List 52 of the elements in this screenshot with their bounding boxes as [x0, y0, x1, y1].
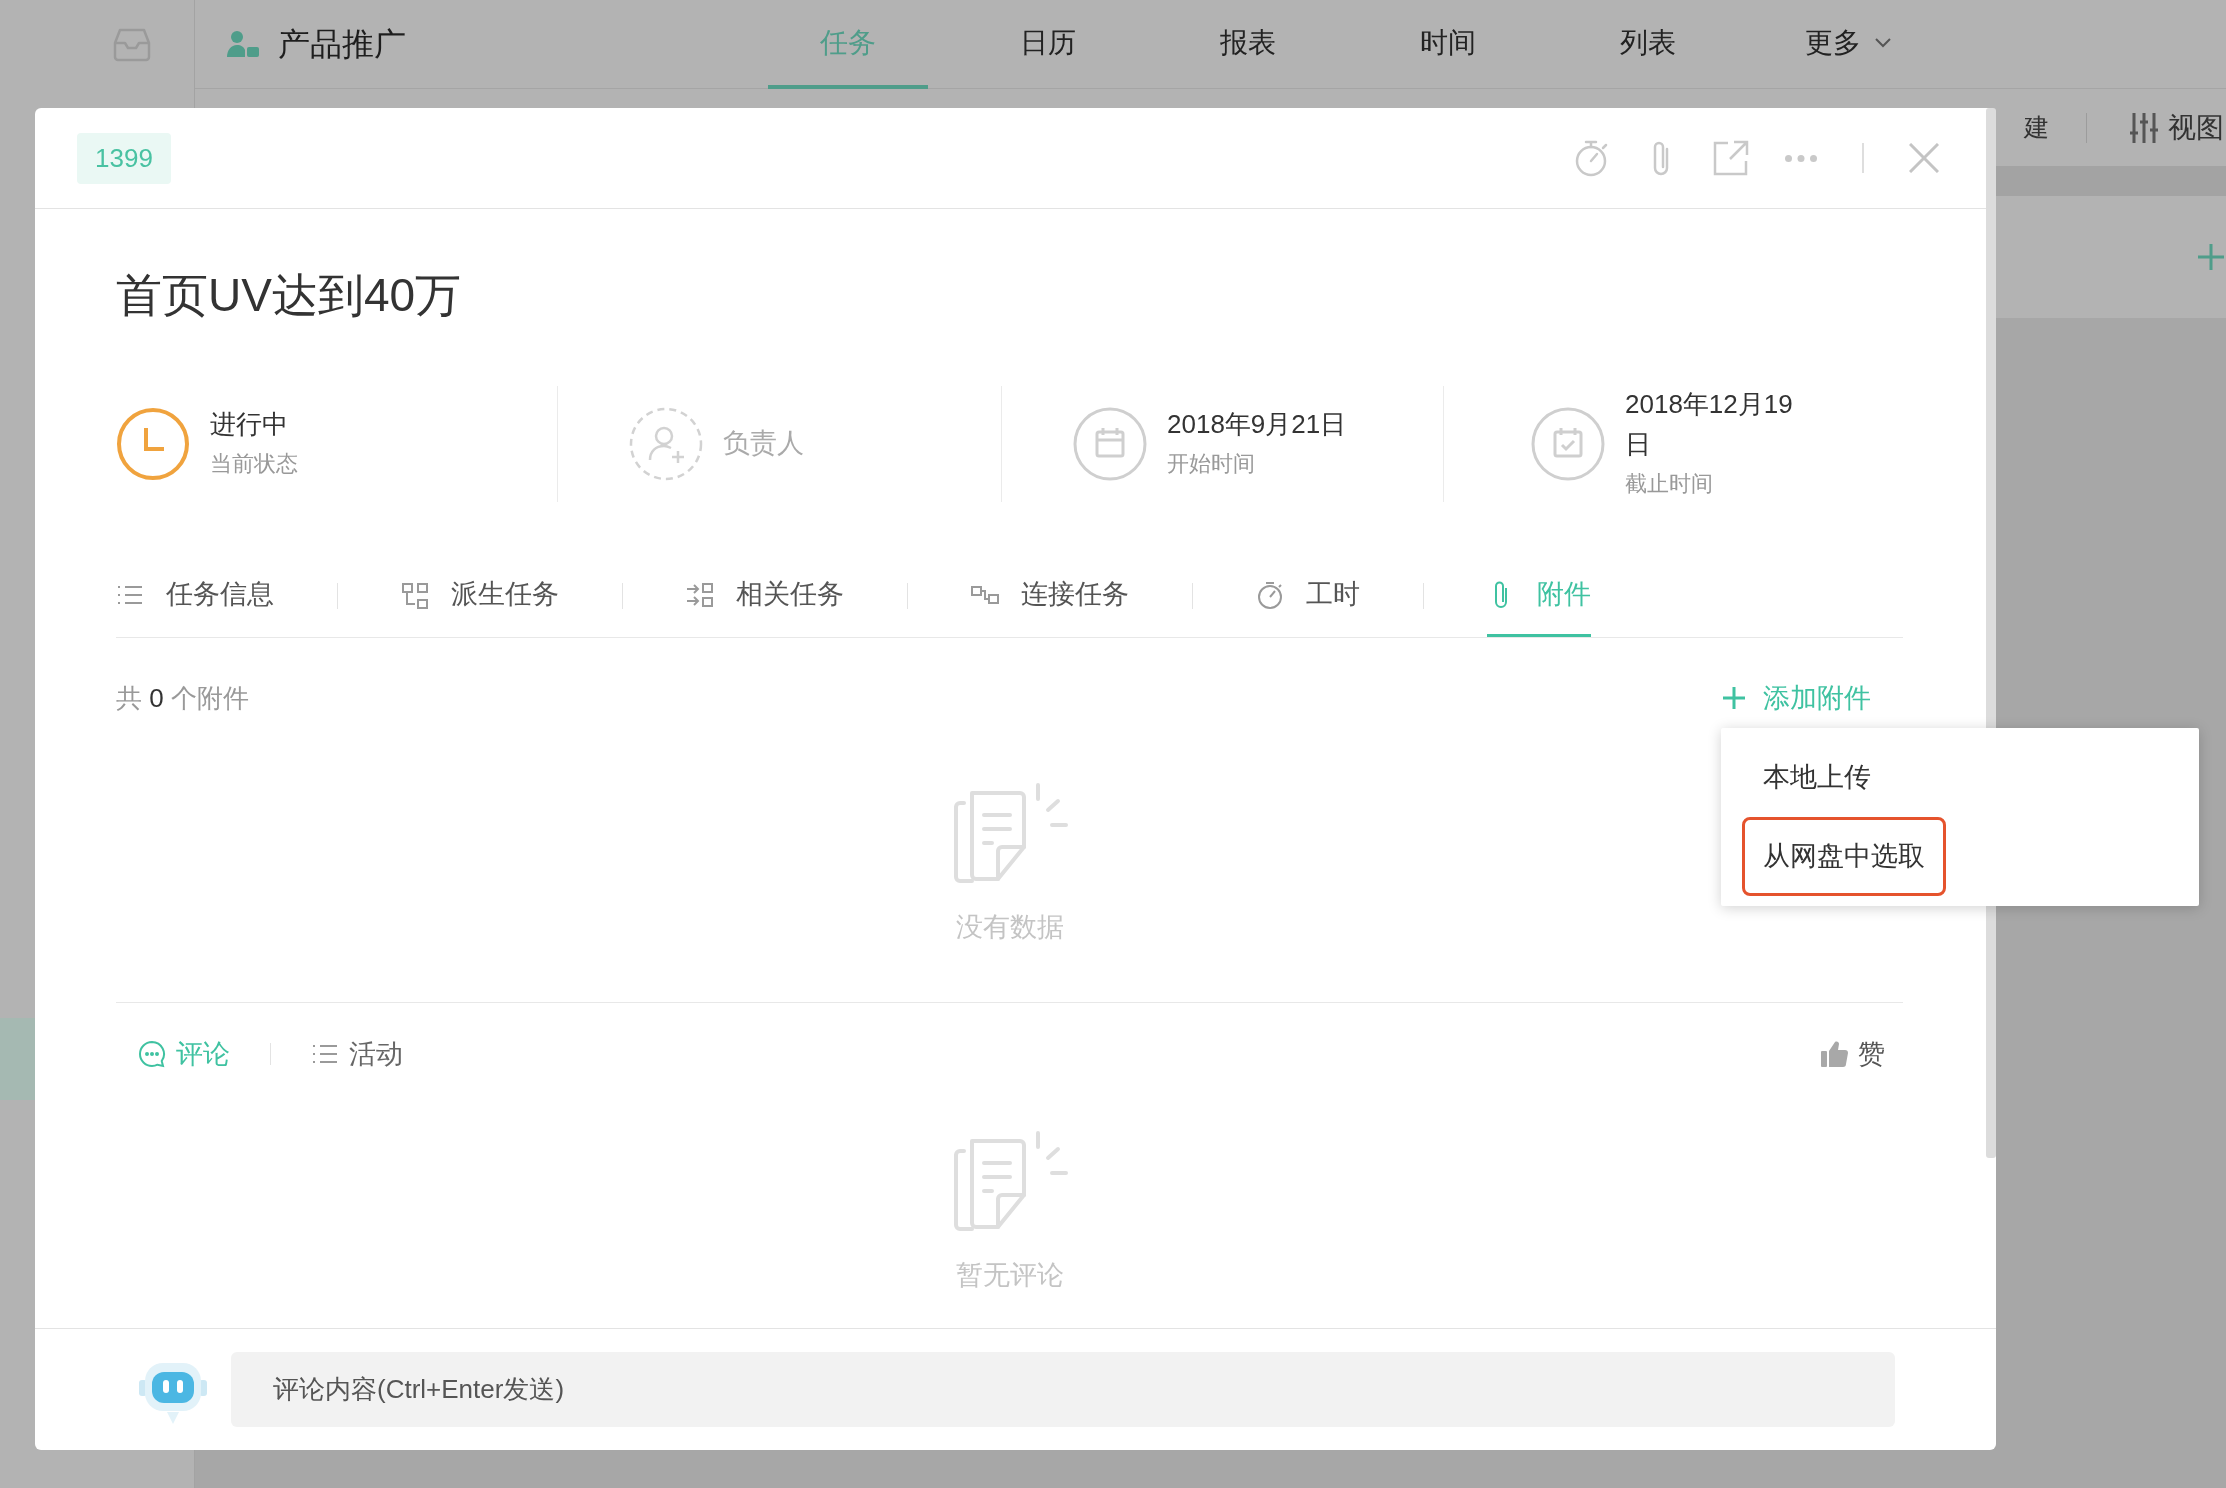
toolbar-button[interactable]: 建	[2024, 108, 2049, 147]
tab[interactable]: 连接任务	[971, 555, 1129, 637]
date-caption: 截止时间	[1625, 469, 1714, 498]
project-title: 产品推广	[278, 25, 406, 64]
date-value: 2018年9月21日	[1167, 407, 1347, 441]
empty-state-text: 没有数据	[955, 911, 1064, 944]
empty-state-text: 暂无评论	[955, 1259, 1064, 1292]
nav-tab[interactable]: 日历	[968, 0, 1128, 89]
chat-bubble-icon	[138, 1040, 166, 1068]
stopwatch-icon	[1256, 580, 1284, 609]
tab[interactable]: 任务信息	[116, 555, 274, 637]
add-person-icon[interactable]	[629, 406, 703, 481]
task-title: 首页UV达到40万	[116, 268, 463, 323]
date-caption: 开始时间	[1167, 449, 1256, 478]
related-icon	[686, 580, 714, 609]
calendar-check-icon[interactable]	[1531, 406, 1605, 481]
menu-item[interactable]: 本地上传	[1742, 738, 1892, 817]
empty-document-icon	[951, 1129, 1068, 1233]
plus-icon[interactable]	[2198, 244, 2224, 270]
status-value: 进行中	[210, 407, 289, 441]
nav-tab[interactable]: 报表	[1168, 0, 1328, 89]
tab[interactable]: 派生任务	[401, 555, 559, 637]
empty-document-icon	[951, 781, 1068, 885]
view-button[interactable]: 视图	[2130, 106, 2224, 149]
thumbs-up-icon	[1820, 1040, 1848, 1068]
task-id-badge: 1399	[77, 132, 171, 184]
status-caption: 当前状态	[210, 449, 298, 478]
date-value: 2018年12月19日	[1625, 387, 1794, 461]
selected-sidebar-item[interactable]	[0, 1018, 35, 1100]
clock-icon	[116, 406, 190, 481]
activity-tab[interactable]: 活动	[311, 1033, 403, 1075]
calendar-icon[interactable]	[1073, 406, 1147, 481]
stopwatch-icon[interactable]	[1573, 139, 1609, 177]
group-icon	[227, 30, 259, 58]
plus-icon	[1723, 687, 1745, 709]
paperclip-icon[interactable]	[1651, 140, 1671, 176]
close-icon[interactable]	[1909, 143, 1939, 173]
chevron-down-icon	[1875, 37, 1891, 48]
tab[interactable]: 相关任务	[686, 555, 844, 637]
nav-tab[interactable]: 列表	[1568, 0, 1728, 89]
external-link-icon[interactable]	[1713, 140, 1749, 176]
like-button[interactable]: 赞	[1820, 1033, 1885, 1075]
inbox-icon[interactable]	[113, 27, 151, 62]
attachment-count-text: 共 0 个附件	[116, 681, 249, 715]
tab[interactable]: 工时	[1256, 555, 1360, 637]
sliders-icon	[2130, 112, 2158, 143]
menu-item[interactable]: 从网盘中选取	[1742, 817, 1946, 896]
nav-tab[interactable]: 更多	[1768, 0, 1928, 89]
nav-tab[interactable]: 时间	[1368, 0, 1528, 89]
comment-input[interactable]: 评论内容(Ctrl+Enter发送)	[231, 1352, 1895, 1427]
more-icon[interactable]	[1785, 154, 1817, 162]
subtask-icon	[401, 580, 429, 609]
